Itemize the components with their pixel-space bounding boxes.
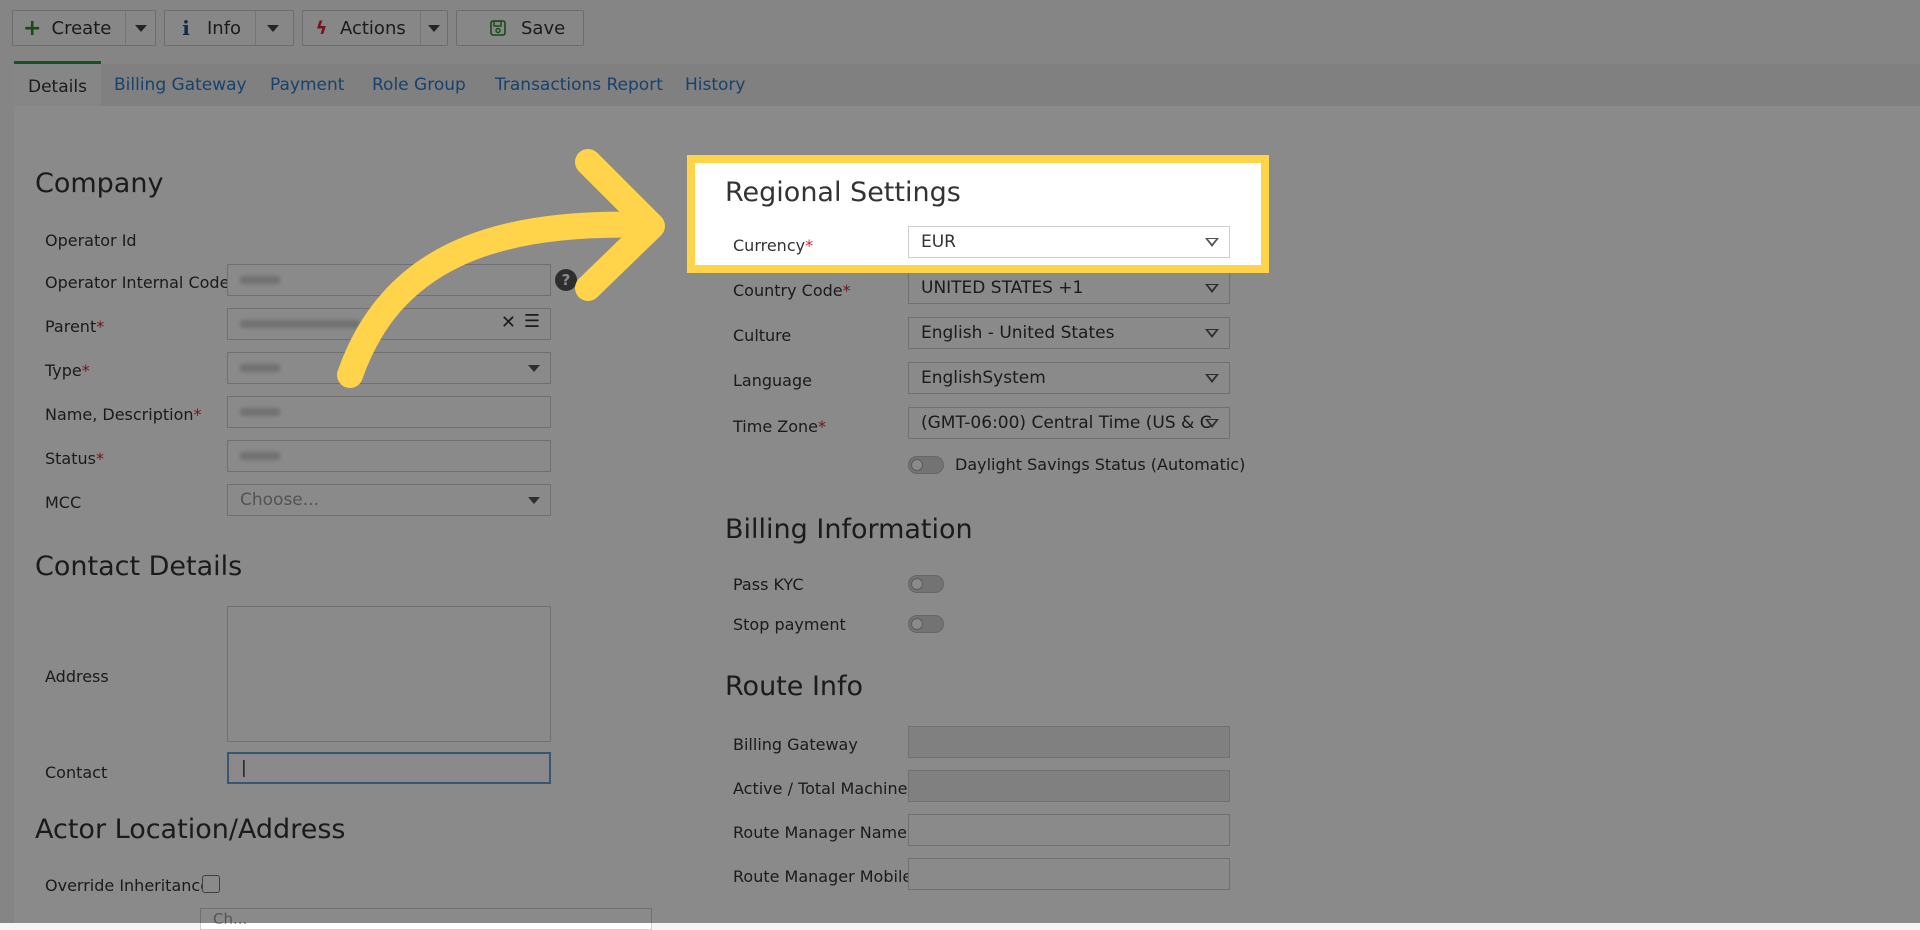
currency-value: EUR <box>921 232 956 252</box>
regional-settings-title: Regional Settings <box>725 177 961 208</box>
chevron-down-icon <box>1205 238 1219 247</box>
tutorial-arrow-icon <box>337 149 665 388</box>
tutorial-dim-overlay <box>0 0 1920 923</box>
highlight-box: Regional Settings Currency* EUR <box>687 155 1269 273</box>
currency-label: Currency* <box>733 236 814 255</box>
currency-select[interactable]: EUR <box>908 226 1230 258</box>
